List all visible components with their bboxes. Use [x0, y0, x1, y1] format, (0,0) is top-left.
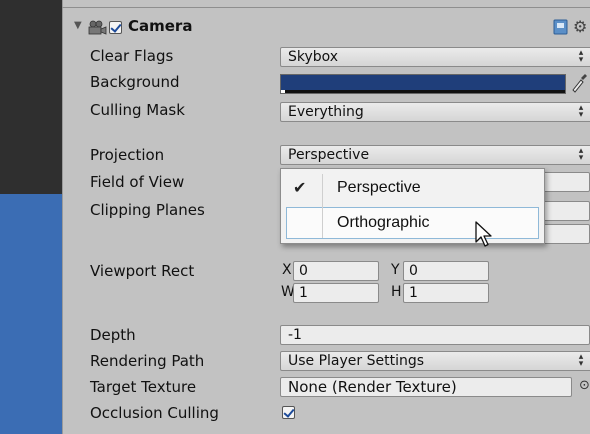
clipping-planes-label: Clipping Planes: [90, 201, 205, 219]
target-texture-field[interactable]: None (Render Texture): [280, 377, 572, 397]
left-selection-strip: [0, 194, 62, 434]
culling-mask-value: Everything: [288, 104, 364, 120]
help-book-icon[interactable]: [553, 19, 568, 35]
clear-flags-dropdown[interactable]: Skybox ▴ ▾: [280, 47, 590, 67]
target-texture-label: Target Texture: [90, 378, 197, 396]
depth-value: -1: [288, 327, 302, 343]
viewport-w-input[interactable]: 1: [293, 283, 379, 303]
viewport-h-input[interactable]: 1: [403, 283, 489, 303]
background-color-field[interactable]: [280, 74, 566, 94]
target-texture-value: None (Render Texture): [288, 378, 457, 396]
left-dark-panel: [0, 0, 62, 194]
projection-dropdown[interactable]: Perspective ▴ ▾: [280, 145, 590, 165]
culling-mask-label: Culling Mask: [90, 101, 185, 119]
viewport-x-label: X: [282, 262, 292, 278]
camera-icon: [88, 20, 107, 35]
component-divider: [62, 7, 590, 8]
eyedropper-icon[interactable]: [570, 73, 588, 93]
component-title: Camera: [128, 17, 193, 35]
checkmark-icon: ✔: [293, 178, 307, 197]
viewport-y-label: Y: [391, 262, 400, 278]
camera-component-header[interactable]: ▼ Camera ⚙: [70, 16, 590, 40]
object-picker-icon[interactable]: ⊙: [579, 378, 590, 393]
mouse-cursor-icon: [475, 221, 492, 247]
clear-flags-label: Clear Flags: [90, 47, 174, 65]
rendering-path-value: Use Player Settings: [288, 353, 425, 369]
occlusion-culling-checkbox[interactable]: [282, 406, 295, 419]
popup-arrows-icon: ▴ ▾: [578, 352, 584, 369]
clear-flags-value: Skybox: [288, 49, 339, 65]
background-label: Background: [90, 73, 180, 91]
component-enabled-checkbox[interactable]: [109, 21, 122, 34]
viewport-h-value: 1: [409, 285, 418, 301]
viewport-x-value: 0: [299, 263, 308, 279]
culling-mask-dropdown[interactable]: Everything ▴ ▾: [280, 102, 590, 122]
popup-arrows-icon: ▴ ▾: [578, 48, 584, 65]
viewport-x-input[interactable]: 0: [293, 261, 379, 281]
viewport-w-value: 1: [299, 285, 308, 301]
viewport-rect-label: Viewport Rect: [90, 262, 195, 280]
depth-label: Depth: [90, 326, 136, 344]
menu-item-perspective-label: Perspective: [337, 179, 421, 196]
triangle-down-icon[interactable]: ▼: [74, 20, 82, 31]
depth-input[interactable]: -1: [280, 325, 590, 345]
field-of-view-label: Field of View: [90, 173, 185, 191]
popup-arrows-icon: ▴ ▾: [578, 103, 584, 120]
rendering-path-label: Rendering Path: [90, 352, 205, 370]
projection-label: Projection: [90, 146, 165, 164]
menu-item-orthographic-label: Orthographic: [337, 214, 430, 231]
gear-icon[interactable]: ⚙: [573, 17, 587, 36]
menu-gutter-divider: [322, 174, 323, 238]
rendering-path-dropdown[interactable]: Use Player Settings ▴ ▾: [280, 351, 590, 371]
viewport-y-value: 0: [409, 263, 418, 279]
popup-arrows-icon: ▴ ▾: [578, 146, 584, 163]
projection-value: Perspective: [288, 147, 370, 163]
alpha-bar: [281, 90, 565, 93]
viewport-h-label: H: [391, 284, 402, 300]
alpha-bar-start: [281, 90, 285, 93]
occlusion-culling-label: Occlusion Culling: [90, 404, 219, 422]
viewport-y-input[interactable]: 0: [403, 261, 489, 281]
